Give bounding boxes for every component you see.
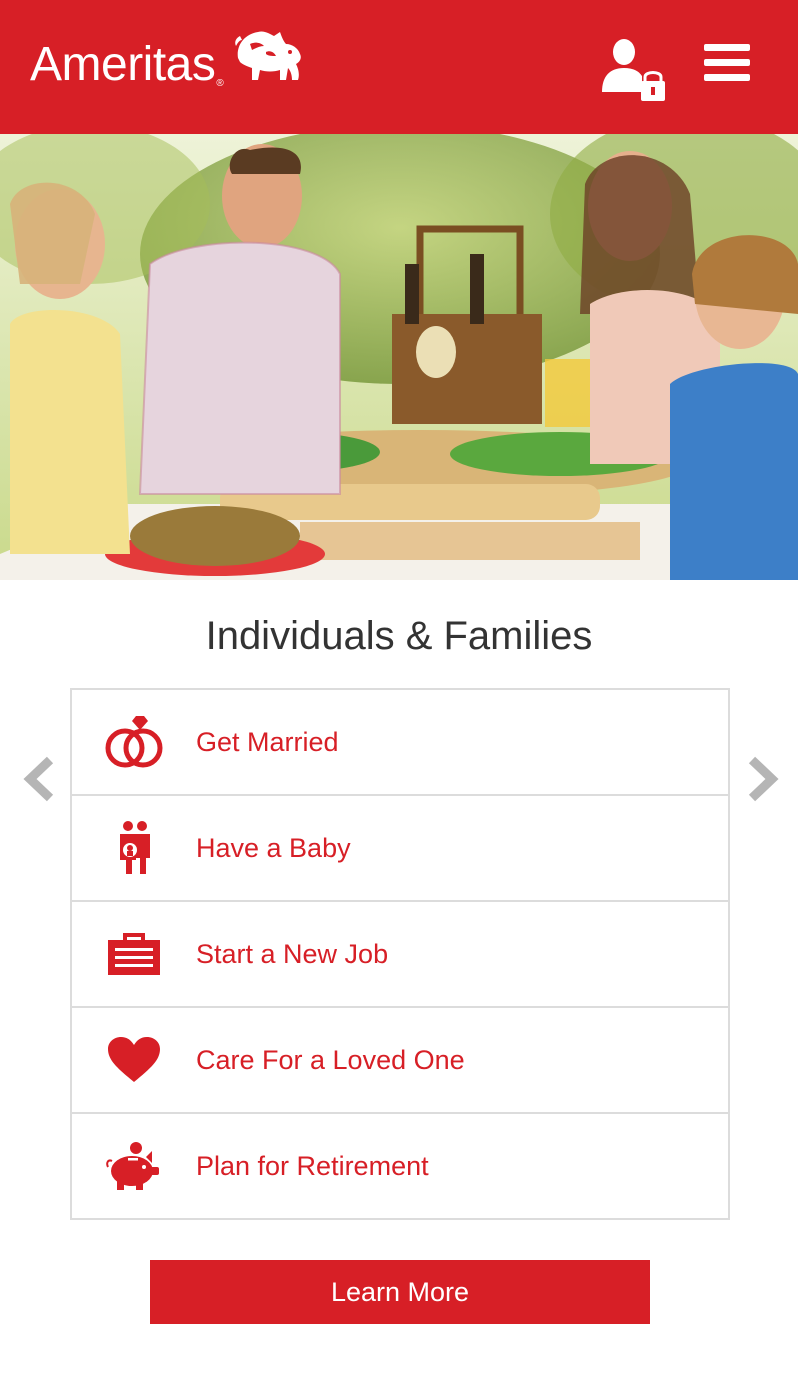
learn-more-button[interactable]: Learn More	[150, 1260, 650, 1324]
event-icon-slot	[72, 1025, 196, 1095]
menu-bar	[704, 44, 750, 51]
life-events-list: Get Married Have a Baby Start a New Job …	[70, 688, 730, 1220]
chevron-left-icon	[23, 756, 54, 802]
piggy-bank-icon	[106, 1142, 159, 1190]
login-button[interactable]	[598, 36, 670, 104]
event-icon-slot	[72, 707, 196, 777]
menu-bar	[704, 74, 750, 81]
user-lock-icon	[602, 39, 665, 101]
event-plan-for-retirement[interactable]: Plan for Retirement	[72, 1114, 728, 1218]
carousel-prev-button[interactable]	[22, 756, 58, 802]
ameritas-logo[interactable]: Ameritas ®	[30, 28, 306, 102]
menu-bar	[704, 59, 750, 66]
hero-image	[0, 134, 798, 580]
event-icon-slot	[72, 813, 196, 883]
bison-icon	[234, 31, 301, 80]
chevron-right-icon	[748, 756, 779, 802]
event-label: Get Married	[196, 726, 339, 757]
section-title: Individuals & Families	[205, 614, 593, 658]
event-start-new-job[interactable]: Start a New Job	[72, 902, 728, 1008]
event-care-for-loved-one[interactable]: Care For a Loved One	[72, 1008, 728, 1114]
event-icon-slot	[72, 919, 196, 989]
wedding-rings-icon	[105, 716, 163, 768]
carousel-next-button[interactable]	[744, 756, 780, 802]
logo-wordmark: Ameritas	[30, 38, 216, 91]
logo-registered-mark: ®	[216, 78, 224, 89]
family-baby-icon	[120, 821, 150, 874]
hamburger-menu-button[interactable]	[704, 44, 752, 88]
briefcase-icon	[108, 933, 160, 975]
heart-icon	[108, 1037, 160, 1082]
event-get-married[interactable]: Get Married	[72, 690, 728, 796]
site-header: Ameritas ®	[0, 0, 798, 134]
event-have-a-baby[interactable]: Have a Baby	[72, 796, 728, 902]
event-label: Start a New Job	[196, 938, 389, 969]
event-label: Care For a Loved One	[196, 1044, 465, 1075]
event-icon-slot	[72, 1131, 196, 1201]
family-picnic-photo	[0, 134, 798, 580]
event-label: Plan for Retirement	[196, 1150, 429, 1181]
event-label: Have a Baby	[196, 832, 351, 863]
